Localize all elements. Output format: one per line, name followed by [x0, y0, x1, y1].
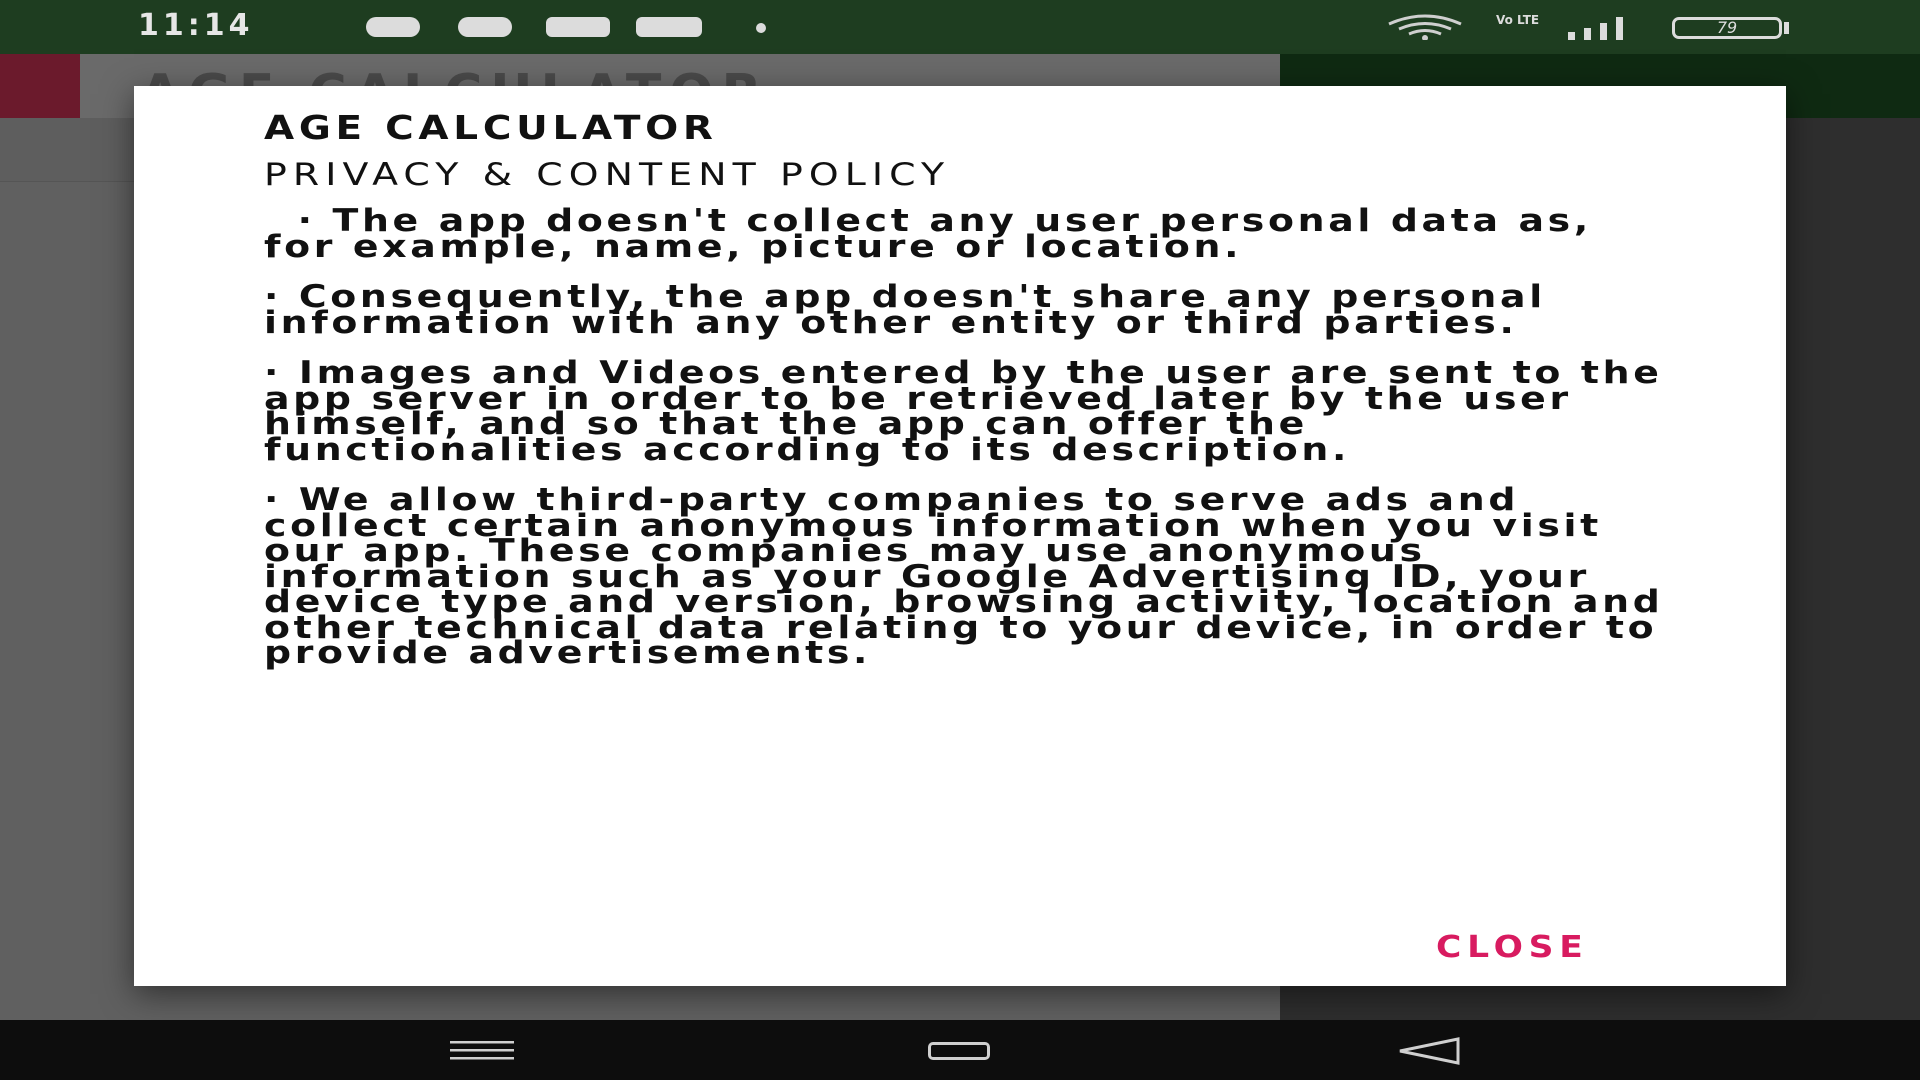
status-bar: 11:14 Vo LTE 79: [0, 0, 1920, 54]
battery-tip: [1784, 22, 1789, 34]
network-type-label: Vo LTE: [1496, 13, 1540, 27]
policy-paragraph: · We allow third-party companies to serv…: [264, 482, 1664, 671]
policy-heading: PRIVACY & CONTENT POLICY: [264, 157, 951, 193]
dot-icon: [756, 23, 766, 33]
dialog-title: AGE CALCULATOR: [264, 108, 718, 147]
dialog-body: PRIVACY & CONTENT POLICY · The app doesn…: [264, 158, 1679, 692]
youtube-icon: [546, 17, 610, 37]
facebook-icon: [366, 17, 420, 37]
policy-paragraph: · Consequently, the app doesn't share an…: [264, 279, 1546, 341]
home-icon[interactable]: [928, 1042, 990, 1060]
wifi-icon: [1388, 14, 1462, 40]
battery-icon: 79: [1672, 17, 1782, 39]
signal-icon: [1568, 17, 1623, 40]
back-icon[interactable]: [1396, 1036, 1462, 1066]
facebook-icon: [458, 17, 512, 37]
status-time: 11:14: [138, 8, 254, 43]
policy-paragraph: · Images and Videos entered by the user …: [264, 355, 1663, 468]
youtube-icon: [636, 17, 702, 37]
app-toolbar-accent: [0, 54, 80, 118]
privacy-dialog: AGE CALCULATOR PRIVACY & CONTENT POLICY …: [134, 86, 1786, 986]
menu-icon[interactable]: [450, 1040, 514, 1060]
close-button[interactable]: CLOSE: [1436, 930, 1589, 965]
policy-paragraph: · The app doesn't collect any user perso…: [264, 203, 1592, 265]
